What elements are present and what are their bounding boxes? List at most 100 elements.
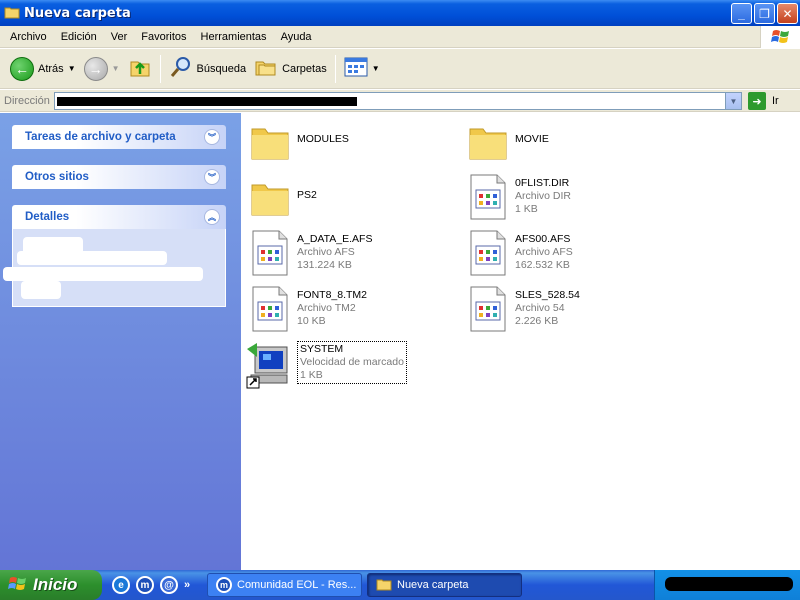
file-item[interactable]: A_DATA_E.AFS Archivo AFS 131.224 KB [249,229,372,277]
file-type: Archivo AFS [297,246,355,258]
panel-title: Otros sitios [25,171,89,183]
back-dropdown-icon[interactable]: ▼ [68,64,76,73]
folder-item[interactable]: MODULES [249,121,349,169]
file-name: FONT8_8.TM2 [297,289,368,301]
views-dropdown-icon[interactable]: ▼ [372,64,380,73]
redacted-detail [17,251,167,265]
menu-ayuda[interactable]: Ayuda [274,31,319,43]
maxthon-icon: m [216,577,232,593]
quick-launch: e m @ » [112,576,190,594]
file-size: 2.226 KB [515,315,559,327]
redacted-detail [3,267,203,281]
folder-item[interactable]: PS2 [249,177,317,225]
menu-herramientas[interactable]: Herramientas [194,31,274,43]
generic-file-icon [467,229,509,277]
menu-edicion[interactable]: Edición [54,31,104,43]
expand-chevron-icon[interactable]: ︾ [204,169,220,185]
menu-archivo[interactable]: Archivo [3,31,54,43]
forward-arrow-icon: → [83,56,108,81]
file-size: 162.532 KB [515,259,570,271]
toolbar-separator [159,54,161,83]
redacted-detail [21,281,61,299]
toolbar: ← Atrás ▼ → ▼ Búsqueda Carpetas ▼ [0,49,800,89]
file-name: PS2 [297,189,317,201]
maximize-button[interactable]: ❐ [754,3,775,24]
go-arrow-icon: ➜ [748,92,766,110]
computer-shortcut-icon [245,341,291,389]
up-folder-icon [128,55,152,82]
collapse-chevron-icon[interactable]: ︽ [204,209,220,225]
generic-file-icon [249,229,291,277]
views-icon [344,56,368,81]
folder-icon [376,577,392,594]
generic-file-icon [467,173,509,221]
folder-item[interactable]: MOVIE [467,121,549,169]
file-view[interactable]: MODULES MOVIE PS2 0FLIST.DIR Archivo DIR… [241,113,800,570]
folders-label: Carpetas [282,62,327,75]
address-dropdown-icon[interactable]: ▼ [725,93,741,109]
go-label: Ir [772,95,779,107]
title-bar[interactable]: Nueva carpeta _ ❐ ✕ [0,0,800,26]
folder-icon [249,121,291,169]
panel-file-folder-tasks[interactable]: Tareas de archivo y carpeta ︾ [12,125,226,149]
address-bar: Dirección ▼ ➜ Ir [0,90,800,112]
quick-launch-more-icon[interactable]: » [184,579,190,591]
file-item[interactable]: AFS00.AFS Archivo AFS 162.532 KB [467,229,573,277]
file-type: Archivo AFS [515,246,573,258]
file-size: 1 KB [300,369,323,381]
search-icon [169,55,193,82]
file-item[interactable]: 0FLIST.DIR Archivo DIR 1 KB [467,173,571,221]
windows-logo-icon [760,26,800,48]
search-label: Búsqueda [196,62,247,75]
menu-ver[interactable]: Ver [104,31,135,43]
forward-button[interactable]: → ▼ [80,53,124,85]
expand-chevron-icon[interactable]: ︾ [204,129,220,145]
file-size: 10 KB [297,315,326,327]
internet-explorer-icon[interactable]: e [112,576,130,594]
file-name: MODULES [297,133,349,145]
file-name: A_DATA_E.AFS [297,233,373,245]
window-title: Nueva carpeta [24,5,131,21]
maxthon-icon[interactable]: m [136,576,154,594]
folders-icon [254,55,278,82]
taskbar-button-comunidad[interactable]: m Comunidad EOL - Res... [207,573,362,597]
back-label: Atrás [38,62,64,75]
file-name: MOVIE [515,133,549,145]
back-arrow-icon: ← [10,56,34,81]
file-name: SLES_528.54 [515,289,580,301]
minimize-button[interactable]: _ [731,3,752,24]
folder-icon [467,121,509,169]
redacted-path [57,97,357,106]
folder-icon [4,5,20,22]
start-label: Inicio [33,575,78,594]
folders-button[interactable]: Carpetas [250,53,331,85]
taskbar-button-nueva-carpeta[interactable]: Nueva carpeta [367,573,522,597]
file-name: 0FLIST.DIR [515,177,570,189]
back-button[interactable]: ← Atrás ▼ [6,53,80,85]
task-label: Comunidad EOL - Res... [237,579,357,591]
close-button[interactable]: ✕ [777,3,798,24]
file-type: Archivo DIR [515,190,572,202]
up-folder-button[interactable] [124,53,156,85]
panel-other-places[interactable]: Otros sitios ︾ [12,165,226,189]
forward-dropdown-icon[interactable]: ▼ [112,64,120,73]
shortcut-item[interactable]: SYSTEM Velocidad de marcado 1 KB [245,341,407,389]
file-item[interactable]: FONT8_8.TM2 Archivo TM2 10 KB [249,285,367,333]
task-label: Nueva carpeta [397,579,469,591]
task-pane: Tareas de archivo y carpeta ︾ Otros siti… [0,113,241,570]
search-button[interactable]: Búsqueda [165,53,251,85]
menu-favoritos[interactable]: Favoritos [134,31,193,43]
file-size: 131.224 KB [297,259,352,271]
start-button[interactable]: Inicio [0,570,102,600]
system-tray [654,570,800,600]
browser-icon[interactable]: @ [160,576,178,594]
windows-flag-icon [8,575,28,596]
panel-title: Tareas de archivo y carpeta [25,131,176,143]
file-item[interactable]: SLES_528.54 Archivo 54 2.226 KB [467,285,580,333]
address-input[interactable]: ▼ [54,92,742,110]
views-button[interactable]: ▼ [340,53,384,85]
generic-file-icon [467,285,509,333]
panel-details[interactable]: Detalles ︽ [3,205,226,307]
file-size: 1 KB [515,203,538,215]
go-button[interactable]: ➜ Ir [748,92,779,110]
